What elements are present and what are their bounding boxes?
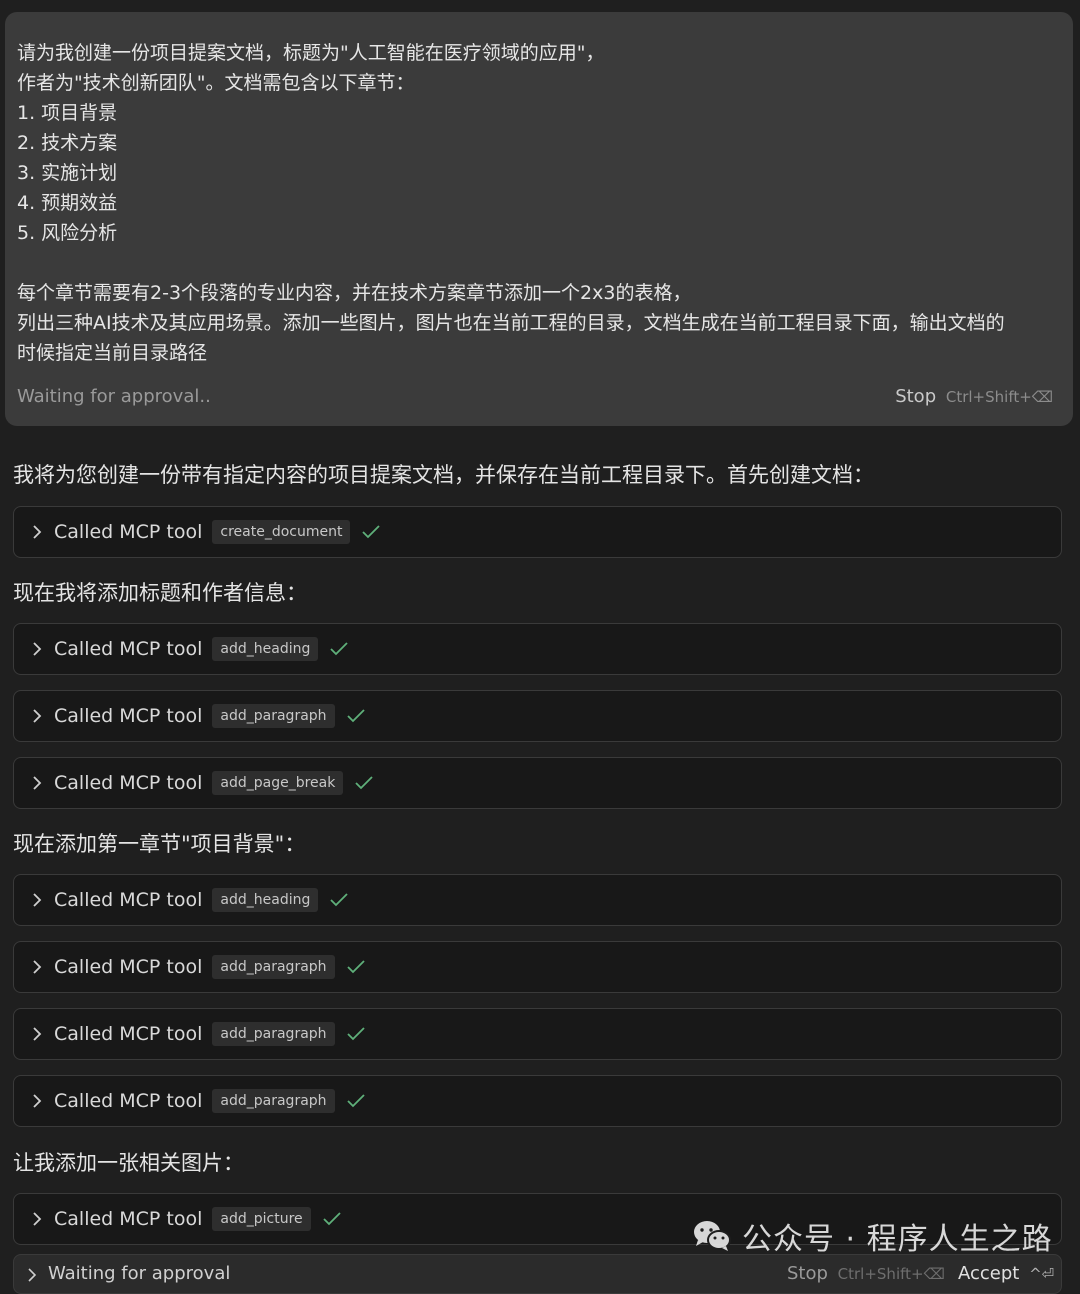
tool-name-chip: add_page_break bbox=[212, 771, 344, 795]
wechat-icon bbox=[692, 1219, 732, 1253]
prompt-line: 作者为"技术创新团队"。文档需包含以下章节： bbox=[17, 72, 415, 94]
chevron-right-icon bbox=[30, 708, 44, 724]
prompt-line: 4. 预期效益 bbox=[17, 192, 118, 214]
tool-name-chip: add_heading bbox=[212, 637, 319, 661]
tool-call-label: Called MCP tool bbox=[54, 638, 203, 660]
prompt-line: 1. 项目背景 bbox=[17, 102, 118, 124]
approval-status: Waiting for approval.. bbox=[17, 386, 211, 407]
chevron-right-icon bbox=[30, 1093, 44, 1109]
approval-stop-shortcut: Ctrl+Shift+⌫ bbox=[837, 1265, 945, 1283]
tool-call-card[interactable]: Called MCP tool add_page_break bbox=[13, 757, 1062, 809]
chevron-right-icon bbox=[30, 892, 44, 908]
stop-label: Stop bbox=[895, 386, 937, 407]
tool-call-card[interactable]: Called MCP tool add_paragraph bbox=[13, 1075, 1062, 1127]
tool-call-card[interactable]: Called MCP tool create_document bbox=[13, 506, 1062, 558]
prompt-line: 2. 技术方案 bbox=[17, 132, 118, 154]
prompt-line: 时候指定当前目录路径 bbox=[17, 342, 208, 364]
tool-call-card[interactable]: Called MCP tool add_heading bbox=[13, 874, 1062, 926]
tool-name-chip: add_paragraph bbox=[212, 955, 335, 979]
tool-call-label: Called MCP tool bbox=[54, 889, 203, 911]
check-icon bbox=[346, 1094, 365, 1108]
tool-name-chip: create_document bbox=[212, 520, 351, 544]
chevron-right-icon bbox=[30, 1026, 44, 1042]
accept-label: Accept bbox=[958, 1263, 1020, 1284]
user-prompt-box: 请为我创建一份项目提案文档，标题为"人工智能在医疗领域的应用"， 作者为"技术创… bbox=[5, 12, 1073, 426]
tool-call-label: Called MCP tool bbox=[54, 1090, 203, 1112]
check-icon bbox=[330, 642, 349, 656]
watermark-text: 公众号 · 程序人生之路 bbox=[742, 1222, 1053, 1257]
prompt-line: 5. 风险分析 bbox=[17, 222, 118, 244]
chevron-right-icon bbox=[28, 1267, 37, 1286]
check-icon bbox=[323, 1212, 341, 1226]
chevron-right-icon bbox=[30, 959, 44, 975]
assistant-message: 我将为您创建一份带有指定内容的项目提案文档，并保存在当前工程目录下。首先创建文档… bbox=[13, 463, 874, 487]
approval-bar-status: Waiting for approval bbox=[48, 1263, 231, 1284]
tool-name-chip: add_paragraph bbox=[212, 1022, 335, 1046]
user-prompt-text: 请为我创建一份项目提案文档，标题为"人工智能在医疗领域的应用"， 作者为"技术创… bbox=[17, 38, 1067, 368]
tool-call-card[interactable]: Called MCP tool add_paragraph bbox=[13, 1008, 1062, 1060]
prompt-line: 每个章节需要有2-3个段落的专业内容，并在技术方案章节添加一个2x3的表格， bbox=[17, 282, 692, 304]
stop-shortcut: Ctrl+Shift+⌫ bbox=[945, 388, 1053, 406]
assistant-message: 让我添加一张相关图片： bbox=[13, 1151, 244, 1175]
assistant-message: 现在添加第一章节"项目背景"： bbox=[13, 832, 306, 856]
chevron-right-icon bbox=[30, 1211, 44, 1227]
accept-button[interactable]: Accept ^⏎ bbox=[958, 1263, 1054, 1284]
tool-name-chip: add_paragraph bbox=[212, 1089, 335, 1113]
approval-stop-button[interactable]: Stop Ctrl+Shift+⌫ bbox=[787, 1263, 945, 1284]
tool-call-label: Called MCP tool bbox=[54, 1023, 203, 1045]
prompt-line-blank bbox=[17, 248, 1067, 278]
check-icon bbox=[362, 525, 381, 539]
tool-name-chip: add_paragraph bbox=[212, 704, 335, 728]
accept-shortcut: ^⏎ bbox=[1029, 1265, 1055, 1283]
tool-call-label: Called MCP tool bbox=[54, 521, 203, 543]
tool-call-label: Called MCP tool bbox=[54, 772, 203, 794]
prompt-line: 请为我创建一份项目提案文档，标题为"人工智能在医疗领域的应用"， bbox=[17, 42, 605, 64]
approval-bar: Waiting for approval Stop Ctrl+Shift+⌫ A… bbox=[13, 1254, 1062, 1294]
tool-name-chip: add_heading bbox=[212, 888, 319, 912]
approval-stop-label: Stop bbox=[787, 1263, 828, 1284]
watermark: 公众号 · 程序人生之路 bbox=[692, 1214, 1053, 1258]
chevron-right-icon bbox=[30, 524, 44, 540]
chevron-right-icon bbox=[30, 641, 44, 657]
assistant-message: 现在我将添加标题和作者信息： bbox=[13, 581, 307, 605]
tool-call-card[interactable]: Called MCP tool add_paragraph bbox=[13, 690, 1062, 742]
chevron-right-icon bbox=[30, 775, 44, 791]
tool-name-chip: add_picture bbox=[212, 1207, 311, 1231]
prompt-line: 3. 实施计划 bbox=[17, 162, 118, 184]
tool-call-label: Called MCP tool bbox=[54, 705, 203, 727]
check-icon bbox=[346, 709, 365, 723]
tool-call-card[interactable]: Called MCP tool add_paragraph bbox=[13, 941, 1062, 993]
check-icon bbox=[355, 776, 373, 790]
tool-call-label: Called MCP tool bbox=[54, 956, 203, 978]
check-icon bbox=[346, 960, 365, 974]
tool-call-card[interactable]: Called MCP tool add_heading bbox=[13, 623, 1062, 675]
tool-call-label: Called MCP tool bbox=[54, 1208, 203, 1230]
check-icon bbox=[330, 893, 349, 907]
check-icon bbox=[346, 1027, 365, 1041]
prompt-line: 列出三种AI技术及其应用场景。添加一些图片，图片也在当前工程的目录，文档生成在当… bbox=[17, 312, 1005, 334]
stop-button[interactable]: Stop Ctrl+Shift+⌫ bbox=[895, 386, 1053, 407]
